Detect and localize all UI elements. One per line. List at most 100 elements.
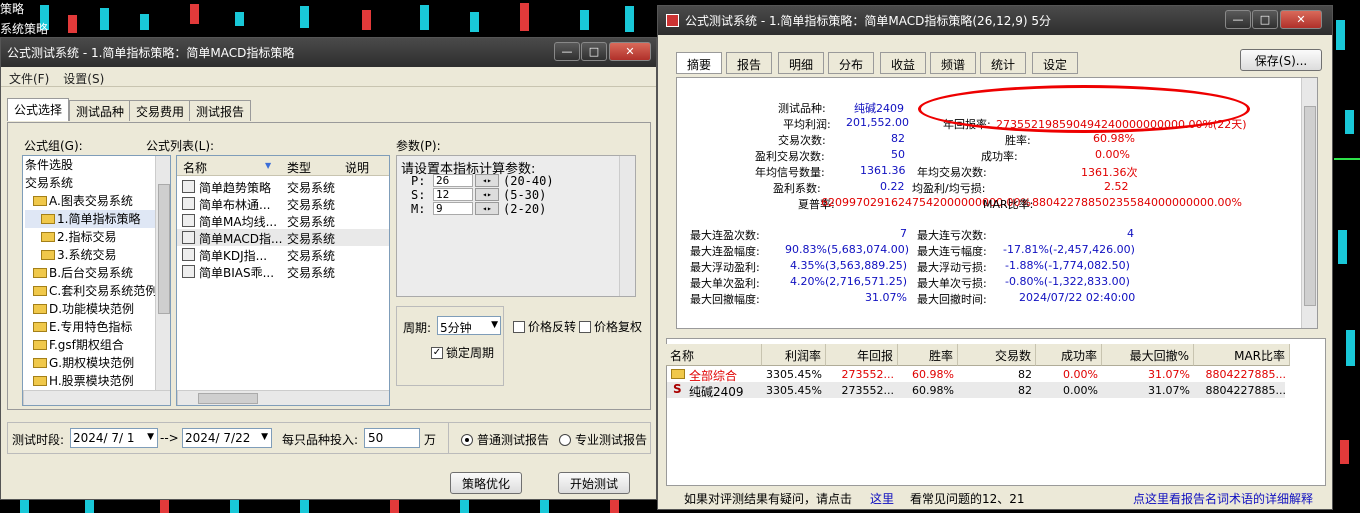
table-row[interactable]: S 纯碱2409 3305.45% 273552... 60.98% 82 0.00% 31.… <box>667 382 1286 399</box>
lock-period-checkbox[interactable]: ✓ <box>431 346 443 359</box>
tree-item[interactable]: B.后台交易系统 <box>25 264 170 282</box>
tree-item-label: 交易系统 <box>25 176 74 190</box>
cell-trades: 82 <box>1018 384 1032 397</box>
footer-glossary-link[interactable]: 点这里看报告名词术语的详细解释 <box>1133 490 1313 507</box>
footer-here-link[interactable]: 这里 <box>870 490 894 507</box>
menu-file[interactable]: 文件(F) <box>9 70 49 86</box>
param-input[interactable]: 9 <box>433 202 473 215</box>
tree-item-label: D.功能模块范例 <box>49 302 135 316</box>
tree-vscroll[interactable] <box>155 156 170 390</box>
tree-item[interactable]: C.套利交易系统范例 <box>25 282 170 300</box>
price-reverse-checkbox[interactable] <box>513 320 525 333</box>
formula-type: 交易系统 <box>287 249 336 263</box>
tree-item[interactable]: 3.系统交易 <box>25 246 170 264</box>
col-annual[interactable]: 年回报 <box>826 344 898 366</box>
tree-item[interactable]: A.图表交易系统 <box>25 192 170 210</box>
tab-distribution[interactable]: 分布 <box>828 52 874 74</box>
col-trades[interactable]: 交易数 <box>958 344 1036 366</box>
tree-item[interactable]: E.专用特色指标 <box>25 318 170 336</box>
col-mar[interactable]: MAR比率 <box>1194 344 1290 366</box>
tree-item[interactable]: 条件选股 <box>25 156 170 174</box>
radio-normal[interactable] <box>461 433 473 446</box>
list-col-type[interactable]: 类型 <box>287 159 311 176</box>
col-success[interactable]: 成功率 <box>1036 344 1102 366</box>
tree-hscroll[interactable] <box>23 390 170 405</box>
price-restore-option[interactable]: 价格复权 <box>579 318 642 335</box>
maximize-button[interactable]: □ <box>581 42 607 61</box>
list-col-desc[interactable]: 说明 <box>345 159 369 176</box>
close-button[interactable]: ✕ <box>1280 10 1322 29</box>
formula-row[interactable]: 简单趋势策略 交易系统 <box>177 178 389 195</box>
radio-normal-option[interactable]: 普通测试报告 <box>461 431 549 448</box>
list-col-name[interactable]: 名称 <box>183 159 207 176</box>
tab-summary[interactable]: 摘要 <box>676 52 722 74</box>
param-stepper[interactable]: ◂▸ <box>475 174 499 187</box>
period-select[interactable]: 5分钟 ▼ <box>437 316 501 335</box>
summary-l-profit-factor: 盈利系数: <box>773 182 821 195</box>
chevron-down-icon: ▼ <box>147 432 154 442</box>
tab-profit[interactable]: 收益 <box>880 52 926 74</box>
tree-item[interactable]: G.期权模块范例 <box>25 354 170 372</box>
tab-test-report[interactable]: 测试报告 <box>189 100 252 121</box>
param-vscroll[interactable] <box>619 156 635 296</box>
folder-icon <box>33 358 47 368</box>
list-hscroll[interactable] <box>177 390 389 405</box>
tab-report[interactable]: 报告 <box>726 52 772 74</box>
start-test-button[interactable]: 开始测试 <box>558 472 630 494</box>
cell-profit: 3305.45% <box>766 384 822 397</box>
summary-vscroll[interactable] <box>1301 78 1317 328</box>
minimize-button[interactable]: — <box>1225 10 1251 29</box>
price-reverse-option[interactable]: 价格反转 <box>513 318 576 335</box>
formula-row[interactable]: 简单MACD指... 交易系统 <box>177 229 389 246</box>
tab-settings[interactable]: 设定 <box>1032 52 1078 74</box>
tree-item[interactable]: D.功能模块范例 <box>25 300 170 318</box>
radio-pro[interactable] <box>559 433 571 446</box>
param-name: S: <box>411 188 426 202</box>
tree-item[interactable]: 交易系统 <box>25 174 170 192</box>
col-max-drawdown[interactable]: 最大回撤% <box>1102 344 1194 366</box>
minimize-button[interactable]: — <box>554 42 580 61</box>
date-to-picker[interactable]: 2024/ 7/22 ▼ <box>182 428 272 448</box>
formula-list[interactable]: 名称 ▼ 类型 说明 简单趋势策略 交易系统 简单布林通... 交易系统 简单MA均线.… <box>176 155 390 406</box>
formula-doc-icon <box>182 265 195 278</box>
save-button[interactable]: 保存(S)... <box>1240 49 1322 71</box>
formula-group-tree[interactable]: 条件选股交易系统 A.图表交易系统 1.简单指标策略 2.指标交易 3.系统交易 B.后台… <box>22 155 171 406</box>
formula-row[interactable]: 简单MA均线... 交易系统 <box>177 212 389 229</box>
menu-settings[interactable]: 设置(S) <box>63 70 104 86</box>
tree-item[interactable]: 2.指标交易 <box>25 228 170 246</box>
table-row[interactable]: 全部综合 3305.45% 273552... 60.98% 82 0.00% 31.07%… <box>667 366 1286 383</box>
cell-win: 60.98% <box>912 368 954 381</box>
formula-name: 简单KDJ指... <box>199 249 268 263</box>
col-profit-rate[interactable]: 利润率 <box>762 344 826 366</box>
folder-open-icon <box>41 214 55 224</box>
tab-test-variety[interactable]: 测试品种 <box>69 100 132 121</box>
tree-item[interactable]: H.股票模块范例 <box>25 372 170 390</box>
param-stepper[interactable]: ◂▸ <box>475 202 499 215</box>
col-win-rate[interactable]: 胜率 <box>898 344 958 366</box>
tab-statistics[interactable]: 统计 <box>980 52 1026 74</box>
formula-row[interactable]: 简单BIAS乖... 交易系统 <box>177 263 389 280</box>
formula-row[interactable]: 简单KDJ指... 交易系统 <box>177 246 389 263</box>
param-input[interactable]: 12 <box>433 188 473 201</box>
param-row: M: 9 ◂▸ (2-20) <box>405 202 605 216</box>
close-button[interactable]: ✕ <box>609 42 651 61</box>
price-restore-checkbox[interactable] <box>579 320 591 333</box>
param-input[interactable]: 26 <box>433 174 473 187</box>
param-stepper[interactable]: ◂▸ <box>475 188 499 201</box>
formula-doc-icon <box>182 214 195 227</box>
formula-row[interactable]: 简单布林通... 交易系统 <box>177 195 389 212</box>
invest-input[interactable]: 50 <box>364 428 420 448</box>
lock-period-option[interactable]: ✓ 锁定周期 <box>431 344 494 361</box>
tab-detail[interactable]: 明细 <box>778 52 824 74</box>
radio-pro-option[interactable]: 专业测试报告 <box>559 431 647 448</box>
tree-item[interactable]: 1.简单指标策略 <box>25 210 170 228</box>
tree-item[interactable]: F.gsf期权组合 <box>25 336 170 354</box>
date-from-picker[interactable]: 2024/ 7/ 1 ▼ <box>70 428 158 448</box>
maximize-button[interactable]: □ <box>1252 10 1278 29</box>
optimize-button[interactable]: 策略优化 <box>450 472 522 494</box>
tab-spectrum[interactable]: 频谱 <box>930 52 976 74</box>
summary-v-max-win-streak: 7 <box>900 227 907 240</box>
col-name[interactable]: 名称 <box>666 344 762 366</box>
tab-trade-cost[interactable]: 交易费用 <box>129 100 192 121</box>
tab-formula-select[interactable]: 公式选择 <box>7 98 70 121</box>
